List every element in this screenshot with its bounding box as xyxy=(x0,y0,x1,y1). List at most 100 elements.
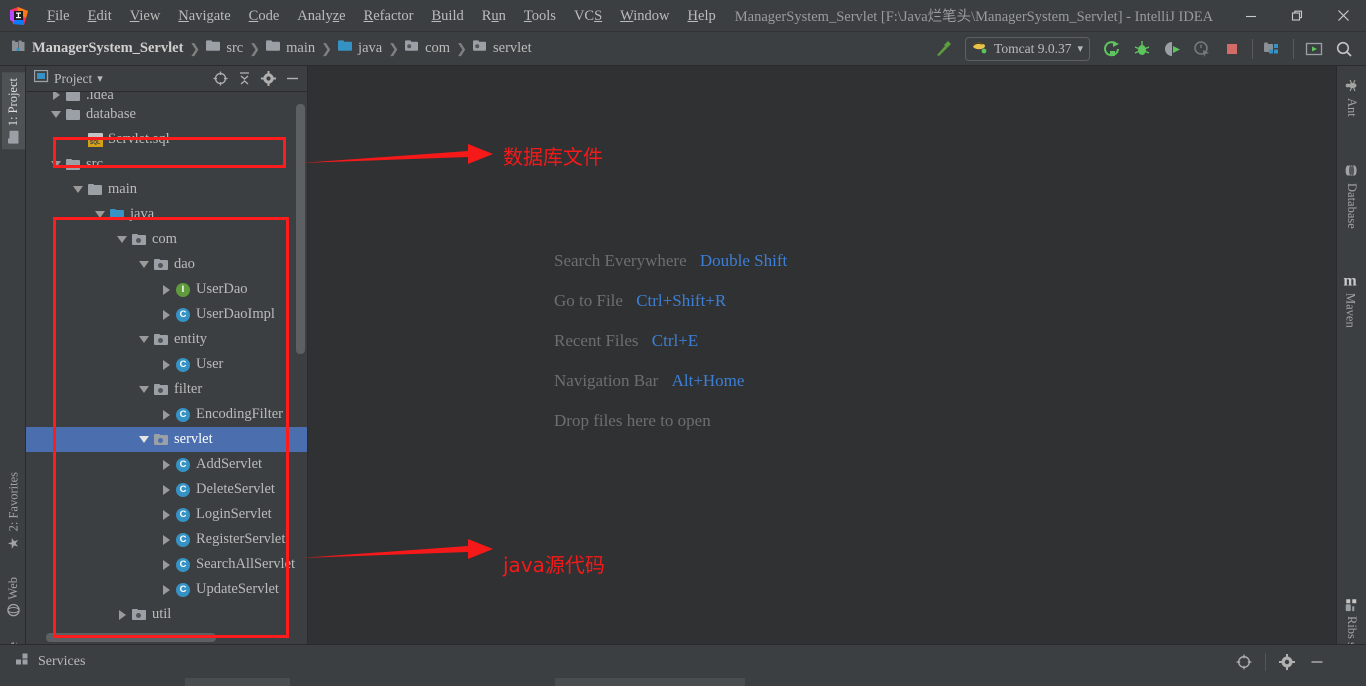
tree-expander[interactable] xyxy=(158,477,174,502)
sidebar-item-database[interactable]: Database xyxy=(1340,161,1363,233)
tree-expander[interactable] xyxy=(158,277,174,302)
tree-item-java[interactable]: java xyxy=(26,202,307,227)
update-project-button[interactable] xyxy=(1300,36,1328,62)
close-button[interactable] xyxy=(1320,0,1366,32)
gear-icon[interactable] xyxy=(257,69,279,89)
tree-item-encodingfilter[interactable]: C EncodingFilter xyxy=(26,402,307,427)
tree-expander[interactable] xyxy=(158,452,174,477)
tree-item-userdaoimpl[interactable]: C UserDaoImpl xyxy=(26,302,307,327)
tree-expander[interactable] xyxy=(114,602,130,627)
menu-help[interactable]: Help xyxy=(679,4,725,28)
tree-item-updateservlet[interactable]: C UpdateServlet xyxy=(26,577,307,602)
breadcrumb-module[interactable]: ManagerSystem_Servlet xyxy=(8,38,187,60)
tree-expander[interactable] xyxy=(158,352,174,377)
crosshair-icon[interactable] xyxy=(209,69,231,89)
tree-item-loginservlet[interactable]: C LoginServlet xyxy=(26,502,307,527)
search-icon[interactable] xyxy=(1330,36,1358,62)
stop-button[interactable] xyxy=(1218,36,1246,62)
tree-item-dao[interactable]: dao xyxy=(26,252,307,277)
breadcrumb-java[interactable]: java xyxy=(334,38,386,59)
crosshair-icon[interactable] xyxy=(1231,650,1257,674)
tree-expander[interactable] xyxy=(158,302,174,327)
sidebar-item-web[interactable]: Web xyxy=(2,571,25,624)
breadcrumb-label: main xyxy=(286,40,316,56)
build-hammer-icon[interactable] xyxy=(929,36,957,62)
tree-expander[interactable] xyxy=(48,152,64,177)
tree-expander[interactable] xyxy=(158,502,174,527)
tree-item-searchallservlet[interactable]: C SearchAllServlet xyxy=(26,552,307,577)
project-tree[interactable]: .idea database Servlet.sql sr xyxy=(26,92,307,644)
tree-item-src[interactable]: src xyxy=(26,152,307,177)
tree-expander[interactable] xyxy=(114,227,130,252)
profiler-button[interactable] xyxy=(1188,36,1216,62)
tree-expander[interactable] xyxy=(92,202,108,227)
collapse-all-icon[interactable] xyxy=(233,69,255,89)
tree-item-deleteservlet[interactable]: C DeleteServlet xyxy=(26,477,307,502)
maximize-button[interactable] xyxy=(1274,0,1320,32)
menu-window[interactable]: Window xyxy=(611,4,678,28)
sidebar-item-ant[interactable]: Ant xyxy=(1340,76,1363,121)
menu-navigate[interactable]: Navigate xyxy=(169,4,239,28)
tree-item-addservlet[interactable]: C AddServlet xyxy=(26,452,307,477)
menu-run[interactable]: Run xyxy=(473,4,515,28)
hide-button[interactable] xyxy=(1304,650,1330,674)
project-panel-title[interactable]: Project ▾ xyxy=(30,68,107,89)
tree-item-database[interactable]: database xyxy=(26,102,307,127)
minimize-button[interactable] xyxy=(1228,0,1274,32)
hide-panel-icon[interactable] xyxy=(281,69,303,89)
tree-expander[interactable] xyxy=(136,327,152,352)
menu-refactor[interactable]: Refactor xyxy=(355,4,423,28)
tree-item-servlet-sql[interactable]: Servlet.sql xyxy=(26,127,307,152)
tree-expander[interactable] xyxy=(136,427,152,452)
tree-item-label: UpdateServlet xyxy=(196,581,279,597)
breadcrumb-label: servlet xyxy=(492,40,532,56)
tree-expander[interactable] xyxy=(136,377,152,402)
menu-vcs[interactable]: VCS xyxy=(565,4,611,28)
tree-item-label: Servlet.sql xyxy=(108,131,170,147)
run-configuration-selector[interactable]: Tomcat 9.0.37 ▾ xyxy=(965,36,1090,61)
sidebar-item-project[interactable]: 1: Project xyxy=(2,72,25,150)
tree-item-com[interactable]: com xyxy=(26,227,307,252)
tree-item-userdao[interactable]: I UserDao xyxy=(26,277,307,302)
sidebar-item-favorites[interactable]: ★ 2: Favorites xyxy=(2,466,26,558)
tree-expander[interactable] xyxy=(158,552,174,577)
tree-item-label: LoginServlet xyxy=(196,506,272,522)
run-with-coverage-button[interactable] xyxy=(1158,36,1186,62)
editor-empty-area: Search Everywhere Double Shift Go to Fil… xyxy=(308,66,1336,644)
tree-item-idea[interactable]: .idea xyxy=(26,92,307,102)
tree-item-entity[interactable]: entity xyxy=(26,327,307,352)
tree-item-util[interactable]: util xyxy=(26,602,307,627)
bottom-tab-services[interactable]: Services xyxy=(8,650,93,674)
horizontal-scrollbar[interactable] xyxy=(46,633,216,642)
run-button[interactable] xyxy=(1098,36,1126,62)
menu-build[interactable]: Build xyxy=(423,4,473,28)
tree-expander[interactable] xyxy=(136,252,152,277)
tree-expander[interactable] xyxy=(158,402,174,427)
menu-code[interactable]: Code xyxy=(240,4,289,28)
breadcrumb-src[interactable]: src xyxy=(202,38,247,59)
menu-analyze[interactable]: Analyze xyxy=(288,4,354,28)
breadcrumb-com[interactable]: com xyxy=(401,38,454,59)
project-structure-button[interactable] xyxy=(1259,36,1287,62)
tree-expander[interactable] xyxy=(48,102,64,127)
tree-item-registerservlet[interactable]: C RegisterServlet xyxy=(26,527,307,552)
tree-item-servlet[interactable]: servlet xyxy=(26,427,307,452)
debug-button[interactable] xyxy=(1128,36,1156,62)
breadcrumb-servlet[interactable]: servlet xyxy=(469,38,536,59)
menu-tools[interactable]: Tools xyxy=(515,4,565,28)
menu-view[interactable]: View xyxy=(121,4,170,28)
sidebar-item-maven[interactable]: m Maven xyxy=(1337,271,1363,332)
tree-expander[interactable] xyxy=(158,577,174,602)
tree-expander[interactable] xyxy=(70,177,86,202)
module-icon xyxy=(12,40,27,58)
menu-file[interactable]: File xyxy=(38,4,79,28)
tree-item-main[interactable]: main xyxy=(26,177,307,202)
gear-icon[interactable] xyxy=(1274,650,1300,674)
breadcrumb-main[interactable]: main xyxy=(262,38,319,59)
intellij-idea-window: File Edit View Navigate Code Analyze Ref… xyxy=(0,0,1366,686)
menu-edit[interactable]: Edit xyxy=(79,4,121,28)
tree-item-user[interactable]: C User xyxy=(26,352,307,377)
tree-expander[interactable] xyxy=(158,527,174,552)
tree-item-filter[interactable]: filter xyxy=(26,377,307,402)
vertical-scrollbar[interactable] xyxy=(296,104,305,354)
